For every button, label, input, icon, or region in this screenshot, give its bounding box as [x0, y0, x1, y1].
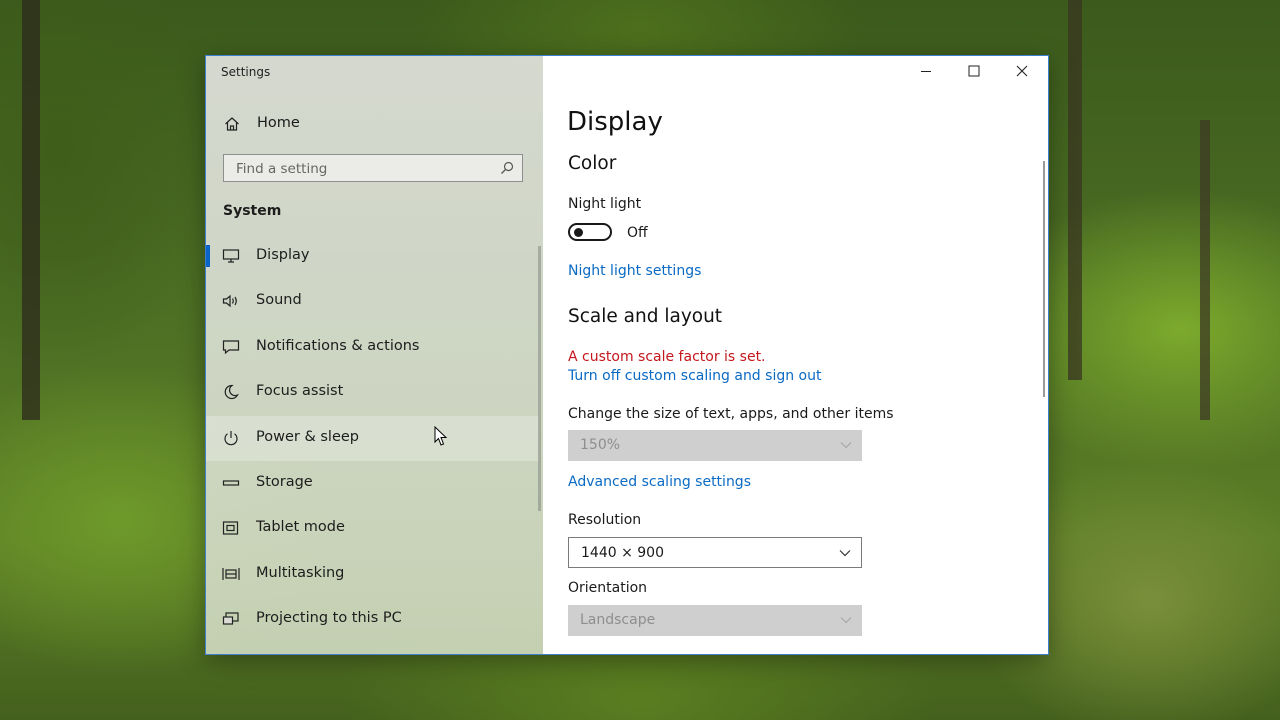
page-title: Display [567, 107, 663, 137]
sidebar-item-focus-assist[interactable]: Focus assist [206, 370, 539, 415]
minimize-button[interactable] [903, 56, 951, 86]
resolution-value: 1440 × 900 [581, 545, 664, 561]
toggle-knob [574, 228, 583, 237]
resolution-dropdown[interactable]: 1440 × 900 [568, 537, 862, 568]
sidebar-item-power-sleep[interactable]: Power & sleep [206, 415, 539, 461]
custom-scale-warning: A custom scale factor is set. [568, 349, 766, 365]
sidebar-item-label: Multitasking [256, 564, 345, 581]
sidebar-item-notifications[interactable]: Notifications & actions [206, 325, 539, 370]
sidebar-item-label: Display [256, 247, 310, 263]
text-size-value: 150% [580, 437, 621, 453]
orientation-label: Orientation [568, 580, 648, 596]
maximize-button[interactable] [951, 56, 999, 86]
content-pane: Display Color Night light Off Night ligh… [543, 56, 1048, 654]
search-box[interactable] [223, 154, 523, 182]
projector-icon [222, 612, 239, 625]
content-scrollbar[interactable] [1043, 161, 1045, 397]
section-heading-color: Color [568, 153, 617, 174]
sidebar-item-projecting[interactable]: Projecting to this PC [206, 597, 539, 642]
wallpaper-tree [22, 0, 40, 420]
search-icon[interactable] [500, 161, 514, 175]
sidebar-item-tablet-mode[interactable]: Tablet mode [206, 506, 539, 551]
sidebar-item-label: Notifications & actions [256, 337, 420, 354]
advanced-scaling-link[interactable]: Advanced scaling settings [568, 474, 751, 490]
sidebar-item-label: Projecting to this PC [256, 610, 402, 627]
moon-icon [224, 385, 239, 400]
wallpaper-tree [1068, 0, 1082, 380]
system-nav-list: Display Sound Notifications & actions Fo… [206, 234, 539, 643]
chevron-down-icon [839, 550, 851, 557]
minimize-icon [921, 71, 931, 72]
sidebar-item-label: Tablet mode [256, 519, 345, 536]
home-label: Home [257, 115, 300, 131]
home-nav-item[interactable]: Home [206, 106, 543, 142]
sidebar-item-label: Storage [256, 473, 313, 490]
sidebar: Settings Home System Display [206, 56, 543, 654]
chevron-down-icon [840, 442, 852, 449]
power-icon [224, 430, 238, 445]
message-icon [222, 340, 240, 355]
orientation-value: Landscape [580, 612, 656, 628]
sidebar-item-display[interactable]: Display [206, 234, 539, 279]
home-icon [225, 117, 239, 131]
wallpaper-tree [1200, 120, 1210, 420]
maximize-icon [968, 65, 980, 77]
monitor-icon [222, 249, 240, 263]
sidebar-item-storage[interactable]: Storage [206, 461, 539, 506]
tablet-icon [222, 521, 239, 535]
sidebar-item-label: Power & sleep [256, 428, 359, 445]
night-light-settings-link[interactable]: Night light settings [568, 263, 701, 279]
settings-window: Settings Home System Display [206, 56, 1048, 654]
section-heading-scale-layout: Scale and layout [568, 306, 723, 327]
close-icon [1016, 65, 1028, 77]
speaker-icon [222, 295, 237, 308]
multitasking-icon [222, 567, 240, 580]
text-size-dropdown: 150% [568, 430, 862, 461]
night-light-toggle[interactable] [568, 223, 612, 241]
sidebar-item-label: Focus assist [256, 383, 344, 400]
storage-icon [222, 480, 240, 486]
app-title: Settings [221, 65, 271, 79]
sidebar-scrollbar[interactable] [538, 246, 541, 511]
close-button[interactable] [999, 56, 1047, 86]
section-heading-system: System [223, 203, 282, 219]
chevron-down-icon [840, 617, 852, 624]
mouse-cursor-icon [434, 426, 448, 446]
night-light-state: Off [627, 225, 648, 241]
sidebar-item-sound[interactable]: Sound [206, 279, 539, 324]
orientation-dropdown: Landscape [568, 605, 862, 636]
sidebar-item-label: Sound [256, 292, 302, 309]
resolution-label: Resolution [568, 512, 642, 528]
search-input[interactable] [234, 158, 498, 180]
text-size-label: Change the size of text, apps, and other… [568, 406, 894, 422]
night-light-label: Night light [568, 196, 642, 212]
sidebar-item-multitasking[interactable]: Multitasking [206, 552, 539, 597]
turn-off-custom-scaling-link[interactable]: Turn off custom scaling and sign out [568, 368, 821, 384]
